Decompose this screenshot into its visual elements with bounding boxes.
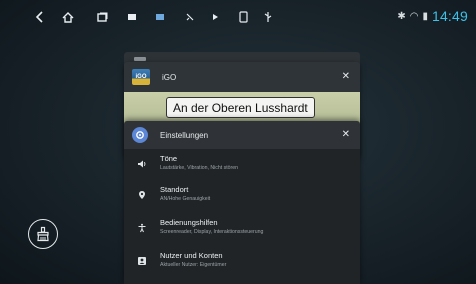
wifi-icon: ◠ [409,10,419,22]
phone-icon[interactable] [233,7,253,27]
accessibility-icon [136,222,148,234]
status-area: ✱ ◠ ▮ 14:49 [397,8,468,24]
home-icon[interactable] [58,7,78,27]
broom-icon [37,226,49,242]
close-icon[interactable]: ✕ [342,130,350,140]
app-name: Einstellungen [160,130,209,140]
app-icon [134,57,146,61]
settings-item-accounts[interactable]: Nutzer und Konten Aktueller Nutzer: Eige… [124,246,360,280]
media-icon[interactable] [122,7,142,27]
volume-icon [136,158,148,170]
play-icon[interactable] [205,7,225,27]
settings-item-location[interactable]: Standort AN/Hohe Genauigkeit [124,180,360,214]
settings-preview: Töne Lautstärke, Vibration, Nicht stören… [124,149,360,284]
recents-icon[interactable] [92,7,112,27]
recent-card-settings[interactable]: Einstellungen ✕ Töne Lautstärke, Vibrati… [124,121,360,284]
app-name: iGO [162,72,177,82]
card-header: Einstellungen ✕ [124,121,360,149]
navigation-icon[interactable] [180,7,200,27]
settings-item-accessibility[interactable]: Bedienungshilfen Screenreader, Display, … [124,213,360,247]
igo-app-icon: iGO [132,69,150,85]
settings-item-sound[interactable]: Töne Lautstärke, Vibration, Nicht stören [124,149,360,183]
battery-icon: ▮ [422,10,428,22]
gallery-icon[interactable] [150,7,170,27]
account-icon [136,255,148,267]
top-bar: ✱ ◠ ▮ 14:49 [0,0,476,34]
location-icon [136,189,148,201]
clock: 14:49 [431,8,468,24]
card-header: iGO iGO ✕ [124,62,360,92]
bluetooth-icon: ✱ [397,10,406,22]
usb-icon[interactable] [258,7,278,27]
settings-gear-icon [132,127,148,143]
clear-all-button[interactable] [28,219,58,249]
street-label: An der Oberen Lusshardt [166,97,315,118]
back-icon[interactable] [30,7,50,27]
close-icon[interactable]: ✕ [342,72,350,82]
recents-screen: ✱ ◠ ▮ 14:49 iGO iGO ✕ An der Oberen Luss… [0,0,476,284]
